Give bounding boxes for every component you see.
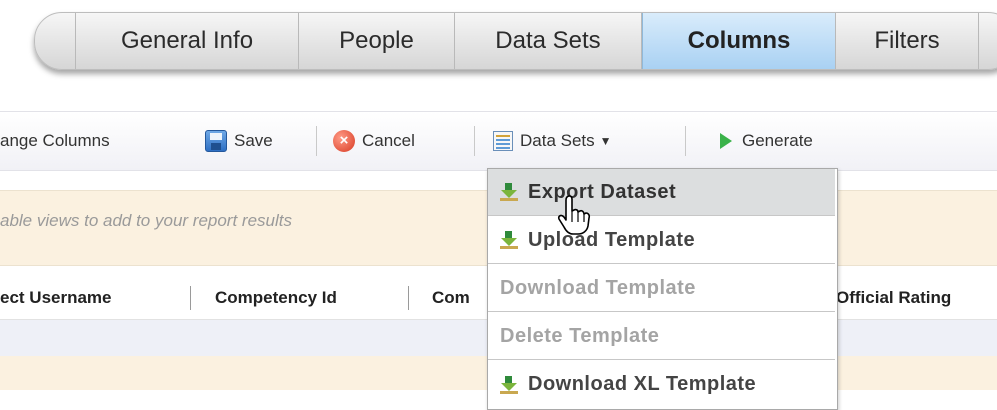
generate-label: Generate [742,131,813,150]
info-text: able views to add to your report results [0,211,292,230]
save-label: Save [234,131,273,150]
play-icon [720,133,732,149]
cancel-button[interactable]: × Cancel [333,112,415,170]
menu-item-label: Export Dataset [528,180,677,203]
column-header-competency-id[interactable]: Competency Id [215,277,337,319]
cancel-label: Cancel [362,131,415,150]
toolbar: ange Columns Save × Cancel Data Sets ▼ G… [0,111,997,171]
tab-bar: General Info People Data Sets Columns Fi… [34,12,997,70]
menu-item-label: Delete Template [500,324,660,347]
download-icon [500,183,518,201]
download-icon [500,231,518,249]
save-button[interactable]: Save [205,112,273,170]
data-sets-menu-button[interactable]: Data Sets ▼ [493,112,612,170]
tab-general-info[interactable]: General Info [76,13,299,69]
tab-columns[interactable]: Columns [642,13,836,69]
cancel-icon: × [333,130,355,152]
menu-item-upload-template[interactable]: Upload Template [488,217,835,264]
column-header-official-rating[interactable]: Official Rating [836,277,951,319]
data-sets-dropdown-menu: Export Dataset Upload Template Download … [487,168,838,410]
dataset-grid-icon [493,131,513,151]
toolbar-divider [685,126,686,156]
tab-people[interactable]: People [299,13,455,69]
column-divider [408,286,409,310]
menu-item-label: Download Template [500,276,696,299]
menu-item-export-dataset[interactable]: Export Dataset [488,169,835,216]
menu-item-delete-template: Delete Template [488,313,835,360]
tab-data-sets[interactable]: Data Sets [455,13,642,69]
toolbar-divider [474,126,475,156]
menu-item-download-xl-template[interactable]: Download XL Template [488,361,835,408]
column-header-competency[interactable]: Com [432,277,470,319]
toolbar-divider [316,126,317,156]
menu-item-label: Download XL Template [528,373,757,395]
arrange-columns-button[interactable]: ange Columns [0,112,110,170]
download-icon [500,375,518,394]
hand-cursor-icon [558,195,591,235]
menu-item-download-template: Download Template [488,265,835,312]
menu-item-label: Upload Template [528,228,696,251]
arrange-columns-label: ange Columns [0,131,110,150]
save-icon [205,130,227,152]
tab-bar-cap [35,13,76,69]
data-sets-label: Data Sets [520,131,595,150]
column-divider [190,286,191,310]
column-header-subject-username[interactable]: ect Username [0,277,112,319]
generate-button[interactable]: Generate [720,112,813,170]
chevron-down-icon: ▼ [599,134,612,148]
tab-filters[interactable]: Filters [836,13,979,69]
